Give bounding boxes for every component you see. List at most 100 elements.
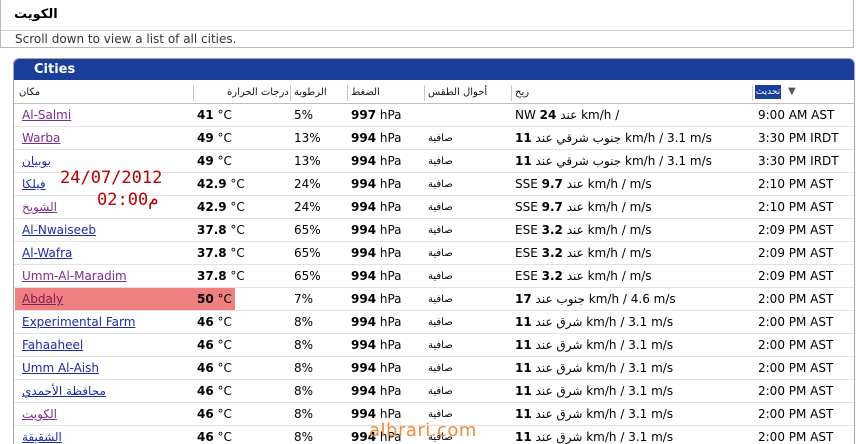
column-divider (347, 85, 348, 101)
pressure-cell: 994 hPa (351, 384, 402, 398)
conditions-cell: صافية (428, 271, 453, 282)
temperature-cell: 46 °C (197, 384, 232, 398)
city-link[interactable]: Umm-Al-Maradim (22, 269, 127, 283)
pressure-value: 994 (351, 269, 377, 283)
temperature-unit: °C (213, 131, 232, 145)
wind-detail: شرق عند km/h / 3.1 m/s (531, 384, 674, 398)
temperature-cell: 37.8 °C (197, 223, 245, 237)
wind-cell: 11 جنوب شرقي عند km/h / 3.1 m/s (515, 131, 712, 145)
wind-speed: 9.7 (541, 177, 563, 191)
column-divider (424, 85, 425, 101)
city-link[interactable]: Al-Wafra (22, 246, 72, 260)
col-header-pressure[interactable]: الضغط (351, 87, 380, 98)
temperature-cell: 49 °C (197, 154, 232, 168)
humidity-cell: 8% (294, 315, 314, 329)
wind-speed: 17 (515, 292, 532, 306)
temperature-unit: °C (226, 223, 245, 237)
updated-time-cell: 2:00 PM AST (758, 338, 834, 352)
pressure-cell: 994 hPa (351, 246, 402, 260)
temperature-value: 46 (197, 361, 214, 375)
humidity-cell: 24% (294, 177, 321, 191)
conditions-cell: صافية (428, 133, 453, 144)
col-header-city[interactable]: مكان (19, 87, 40, 98)
pressure-unit: hPa (376, 154, 402, 168)
sort-down-icon[interactable]: ▼ (788, 86, 796, 97)
city-link[interactable]: Umm Al-Aish (22, 361, 99, 375)
temperature-unit: °C (226, 269, 245, 283)
wind-direction: SSE (515, 177, 542, 191)
col-header-humidity[interactable]: الرطوبة (294, 87, 327, 98)
city-link[interactable]: Al-Nwaiseeb (22, 223, 96, 237)
wind-detail: عند km/h / (556, 108, 620, 122)
temperature-cell: 46 °C (197, 407, 232, 421)
humidity-cell: 24% (294, 200, 321, 214)
pressure-cell: 994 hPa (351, 269, 402, 283)
city-link[interactable]: Fahaaheel (22, 338, 83, 352)
humidity-cell: 8% (294, 407, 314, 421)
scroll-hint-text: Scroll down to view a list of all cities… (15, 32, 237, 46)
wind-detail: شرق عند km/h / 3.1 m/s (531, 361, 674, 375)
col-header-conditions[interactable]: أحوال الطقس (428, 87, 487, 98)
table-row: Experimental Farm 46 °C 8% 994 hPa صافية 11 ش… (14, 311, 854, 334)
updated-time-cell: 2:00 PM AST (758, 407, 834, 421)
pressure-value: 994 (351, 338, 377, 352)
pressure-cell: 994 hPa (351, 407, 402, 421)
city-link[interactable]: بوبيان (22, 154, 51, 168)
col-header-time[interactable]: تحديث (755, 85, 781, 99)
temperature-value: 37.8 (197, 269, 227, 283)
humidity-cell: 65% (294, 269, 321, 283)
conditions-cell: صافية (428, 156, 453, 167)
city-link[interactable]: الشويخ (22, 200, 57, 214)
city-link[interactable]: Abdaly (22, 292, 63, 306)
wind-detail: عند km/h / m/s (562, 200, 652, 214)
wind-direction: ESE (515, 269, 542, 283)
updated-time-cell: 9:00 AM AST (758, 108, 835, 122)
temperature-unit: °C (213, 384, 232, 398)
col-header-temp[interactable]: درجات الحرارة (227, 87, 289, 98)
updated-time-cell: 2:09 PM AST (758, 223, 834, 237)
updated-time-cell: 3:30 PM IRDT (758, 154, 839, 168)
temperature-unit: °C (213, 338, 232, 352)
city-link[interactable]: الكويت (22, 407, 57, 421)
wind-cell: ESE 3.2 عند km/h / m/s (515, 269, 652, 283)
updated-time-cell: 2:00 PM AST (758, 430, 834, 444)
table-row: Umm-Al-Maradim 37.8 °C 65% 994 hPa صافية ESE … (14, 265, 854, 288)
humidity-cell: 7% (294, 292, 314, 306)
wind-cell: 11 شرق عند km/h / 3.1 m/s (515, 430, 673, 444)
wind-cell: 11 شرق عند km/h / 3.1 m/s (515, 361, 673, 375)
city-link[interactable]: Experimental Farm (22, 315, 135, 329)
temperature-unit: °C (213, 361, 232, 375)
humidity-cell: 13% (294, 131, 321, 145)
wind-cell: SSE 9.7 عند km/h / m/s (515, 177, 652, 191)
wind-direction: NW (515, 108, 540, 122)
city-link[interactable]: محافظة الأحمدي (22, 384, 106, 398)
temperature-unit: °C (213, 108, 232, 122)
table-row: Warba 49 °C 13% 994 hPa صافية 11 جنوب شرقي عن… (14, 127, 854, 150)
pressure-value: 994 (351, 223, 377, 237)
humidity-cell: 8% (294, 430, 314, 444)
humidity-cell: 65% (294, 246, 321, 260)
temperature-value: 49 (197, 154, 214, 168)
temperature-unit: °C (213, 292, 232, 306)
city-link[interactable]: الشقيقة (22, 430, 62, 444)
pressure-unit: hPa (376, 407, 402, 421)
cities-panel: Cities مكان درجات الحرارة الرطوبة الضغط … (13, 58, 855, 444)
updated-time-cell: 2:09 PM AST (758, 246, 834, 260)
column-divider (290, 85, 291, 101)
city-link[interactable]: Warba (22, 131, 60, 145)
col-header-wind[interactable]: ريح (515, 87, 529, 98)
city-link[interactable]: فيلكا (22, 177, 46, 191)
pressure-unit: hPa (376, 338, 402, 352)
pressure-value: 994 (351, 407, 377, 421)
pressure-unit: hPa (376, 269, 402, 283)
wind-speed: 24 (539, 108, 557, 122)
pressure-cell: 994 hPa (351, 361, 402, 375)
pressure-value: 994 (351, 131, 377, 145)
city-link[interactable]: Al-Salmi (22, 108, 71, 122)
pressure-value: 994 (351, 361, 377, 375)
overlay-date: 24/07/2012 (60, 168, 163, 188)
pressure-cell: 994 hPa (351, 154, 402, 168)
humidity-cell: 13% (294, 154, 321, 168)
humidity-cell: 5% (294, 108, 314, 122)
updated-time-cell: 2:10 PM AST (758, 200, 834, 214)
